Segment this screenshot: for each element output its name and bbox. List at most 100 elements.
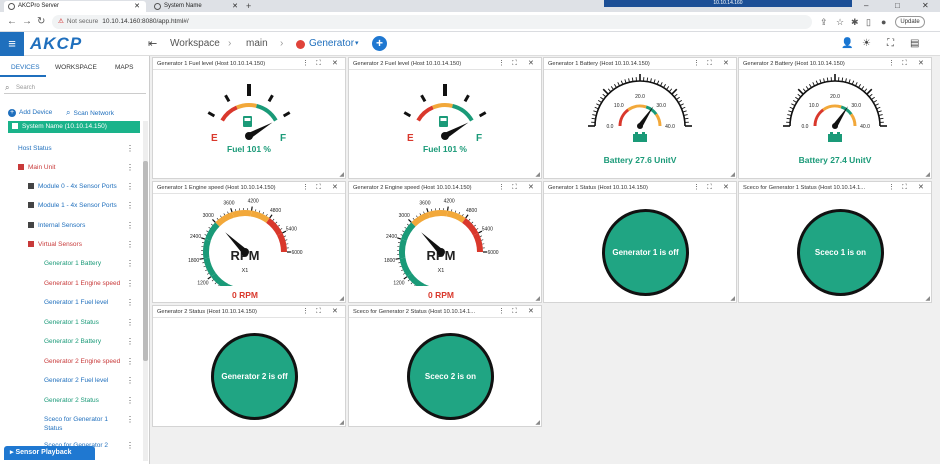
sidebar-tree-item[interactable]: Sceco for Generator 1 Status [44,415,108,433]
widget-rpm[interactable]: Generator 2 Engine speed (Host 10.10.14.… [348,181,542,308]
widget-expand-icon[interactable]: ⛶ [512,306,517,318]
widget-menu-icon[interactable]: ⋮ [302,58,309,70]
sidebar-tree-item[interactable]: Internal Sensors [28,221,85,230]
expand-icon[interactable] [28,221,34,228]
chevron-down-icon[interactable]: ▾ [355,37,359,51]
more-options-icon[interactable]: ⋮ [126,396,134,405]
breadcrumb-workspace[interactable]: Workspace [170,37,220,51]
sidebar-tree-item[interactable]: Generator 2 Battery [44,337,101,346]
add-widget-button[interactable]: + [372,36,387,51]
widget-expand-icon[interactable]: ⛶ [316,58,321,70]
widget-expand-icon[interactable]: ⛶ [316,182,321,194]
more-options-icon[interactable]: ⋮ [126,376,134,385]
widget-close-icon[interactable]: ✕ [332,58,338,70]
brightness-icon[interactable]: ☀ [862,37,871,51]
widget-status[interactable]: Sceco for Generator 2 Status (Host 10.10… [348,305,542,427]
widget-menu-icon[interactable]: ⋮ [498,58,505,70]
widget-close-icon[interactable]: ✕ [723,58,729,70]
sidebar-scrollbar[interactable] [143,121,148,461]
more-options-icon[interactable]: ⋮ [126,357,134,366]
search-input[interactable]: ⌕ Search [4,82,146,94]
window-close-icon[interactable]: ✕ [922,0,929,12]
browser-tab-system-name[interactable]: System Name ✕ [150,1,244,12]
widget-battery[interactable]: Generator 2 Battery (Host 10.10.14.150) ⋮… [738,57,932,179]
widget-close-icon[interactable]: ✕ [918,58,924,70]
widget-expand-icon[interactable]: ⛶ [512,182,517,194]
widget-fuel[interactable]: Generator 1 Fuel level (Host 10.10.14.15… [152,57,346,179]
widget-expand-icon[interactable]: ⛶ [707,182,712,194]
widget-close-icon[interactable]: ✕ [918,182,924,194]
sidebar-tree-item[interactable]: Generator 1 Status [44,318,99,327]
minimize-icon[interactable]: – [864,0,868,12]
more-options-icon[interactable]: ⋮ [126,221,134,230]
widget-expand-icon[interactable]: ⛶ [707,58,712,70]
url-input[interactable]: ⚠ Not secure 10.10.14.160:8080/app.html#/ [52,15,812,29]
forward-arrow-icon[interactable]: → [22,15,32,29]
fullscreen-icon[interactable]: ⛶ [887,37,894,51]
more-options-icon[interactable]: ⋮ [126,298,134,307]
sidebar-item-system[interactable]: System Name (10.10.14.150) [8,121,140,133]
browser-tab-akcpro[interactable]: AKCPro Server ✕ [4,1,146,12]
close-icon[interactable]: ✕ [134,1,140,12]
reload-icon[interactable]: ↻ [37,15,45,29]
widget-expand-icon[interactable]: ⛶ [512,58,517,70]
more-options-icon[interactable]: ⋮ [126,144,134,153]
expand-icon[interactable] [28,240,34,247]
more-options-icon[interactable]: ⋮ [126,318,134,327]
widget-menu-icon[interactable]: ⋮ [888,182,895,194]
widget-menu-icon[interactable]: ⋮ [693,182,700,194]
widget-menu-icon[interactable]: ⋮ [498,182,505,194]
back-arrow-icon[interactable]: ← [7,15,17,29]
more-options-icon[interactable]: ⋮ [126,182,134,191]
scan-network-button[interactable]: ⌕ Scan Network [66,108,114,118]
widget-menu-icon[interactable]: ⋮ [888,58,895,70]
scrollbar-thumb[interactable] [143,161,148,361]
menu-icon[interactable]: ≡ [0,32,24,56]
update-button[interactable]: Update [895,16,925,28]
expand-icon[interactable] [28,182,34,189]
expand-icon[interactable] [28,201,34,208]
widget-menu-icon[interactable]: ⋮ [302,182,309,194]
more-options-icon[interactable]: ⋮ [126,240,134,249]
widget-close-icon[interactable]: ✕ [332,306,338,318]
new-tab-icon[interactable]: + [246,0,251,12]
more-options-icon[interactable]: ⋮ [126,337,134,346]
more-options-icon[interactable]: ⋮ [126,163,134,172]
widget-expand-icon[interactable]: ⛶ [316,306,321,318]
sidebar-tree-item[interactable]: Main Unit [18,163,55,172]
widget-menu-icon[interactable]: ⋮ [498,306,505,318]
expand-icon[interactable] [18,163,24,170]
user-icon[interactable]: 👤 [841,37,853,51]
widget-menu-icon[interactable]: ⋮ [302,306,309,318]
star-icon[interactable]: ☆ [836,16,844,28]
sidepanel-icon[interactable]: ▯ [866,16,871,28]
widget-expand-icon[interactable]: ⛶ [902,182,907,194]
extension-icon[interactable]: ✱ [851,16,859,28]
add-device-button[interactable]: + Add Device [8,108,52,117]
sidebar-tree-item[interactable]: Module 1 - 4x Sensor Ports [28,201,117,210]
widget-status[interactable]: Sceco for Generator 1 Status (Host 10.10… [738,181,932,303]
back-icon[interactable]: ⇤ [148,36,157,52]
widget-close-icon[interactable]: ✕ [723,182,729,194]
sidebar-tree-item[interactable]: Generator 2 Engine speed [44,357,120,366]
maximize-icon[interactable]: □ [895,0,900,12]
sensor-playback-button[interactable]: ▸ Sensor Playback [4,446,95,460]
more-options-icon[interactable]: ⋮ [126,201,134,210]
sidebar-tree-item[interactable]: Virtual Sensors [28,240,82,249]
widget-status[interactable]: Generator 1 Status (Host 10.10.14.150) ⋮ ⛶… [543,181,737,303]
widget-expand-icon[interactable]: ⛶ [902,58,907,70]
widget-status[interactable]: Generator 2 Status (Host 10.10.14.150) ⋮ ⛶… [152,305,346,427]
close-icon[interactable]: ✕ [232,1,238,12]
more-options-icon[interactable]: ⋮ [126,259,134,268]
share-icon[interactable]: ⇪ [820,16,828,28]
more-options-icon[interactable]: ⋮ [126,441,134,450]
sidebar-tree-item[interactable]: Generator 1 Fuel level [44,298,108,307]
layout-icon[interactable]: ▤ [910,37,919,51]
widget-menu-icon[interactable]: ⋮ [693,58,700,70]
more-options-icon[interactable]: ⋮ [126,279,134,288]
sidebar-tree-item[interactable]: Generator 2 Fuel level [44,376,108,385]
widget-close-icon[interactable]: ✕ [528,182,534,194]
widget-close-icon[interactable]: ✕ [528,58,534,70]
sidebar-tree-item[interactable]: Generator 2 Status [44,396,99,405]
widget-fuel[interactable]: Generator 2 Fuel level (Host 10.10.14.15… [348,57,542,179]
